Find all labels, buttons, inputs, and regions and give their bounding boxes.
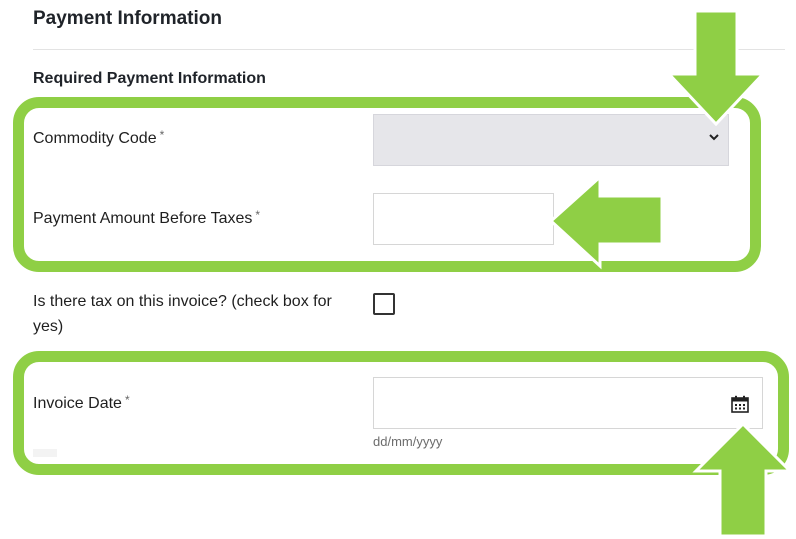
required-star: *: [124, 393, 130, 407]
payment-amount-input[interactable]: [373, 193, 554, 245]
chevron-down-icon: [709, 134, 719, 141]
tax-checkbox-label: Is there tax on this invoice? (check box…: [33, 293, 332, 335]
payment-amount-label-text: Payment Amount Before Taxes: [33, 210, 253, 227]
arrow-icon: [665, 9, 767, 127]
calendar-icon[interactable]: [731, 395, 749, 413]
invoice-date-label: Invoice Date *: [33, 393, 130, 413]
subsection-title: Required Payment Information: [33, 70, 266, 87]
tax-checkbox[interactable]: [373, 293, 395, 315]
payment-amount-label: Payment Amount Before Taxes *: [33, 208, 261, 228]
arrow-icon: [548, 173, 664, 270]
invoice-date-label-text: Invoice Date: [33, 395, 122, 412]
required-star: *: [255, 208, 261, 222]
commodity-code-label: Commodity Code *: [33, 128, 165, 148]
required-star: *: [159, 128, 165, 142]
commodity-code-label-text: Commodity Code: [33, 130, 157, 147]
arrow-icon: [692, 421, 794, 538]
section-title: Payment Information: [33, 8, 222, 29]
hidden-element: [33, 449, 57, 457]
date-format-hint: dd/mm/yyyy: [373, 434, 443, 449]
